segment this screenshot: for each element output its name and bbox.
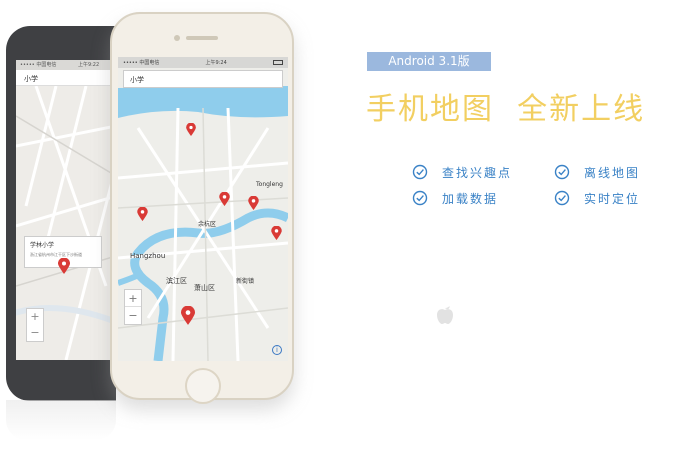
status-carrier: ••••• 中国电信 (123, 60, 160, 66)
map-pin-icon[interactable] (271, 226, 282, 240)
map-label-tongleng: Tongleng (255, 181, 283, 188)
feature-item: 加载数据 (412, 190, 498, 206)
back-zoom-in-button[interactable]: + (27, 309, 43, 325)
feature-label: 离线地图 (584, 165, 641, 180)
battery-icon (272, 60, 283, 65)
apple-logo-icon (437, 306, 453, 324)
check-circle-icon (412, 190, 428, 206)
zoom-in-button[interactable]: + (125, 290, 141, 307)
back-zoom-out-button[interactable]: − (27, 325, 43, 341)
back-popup-title: 学林小学 (30, 242, 55, 249)
home-button[interactable] (185, 368, 221, 404)
back-status-bar: ••••• 中国电信 上午9:22 (16, 60, 116, 70)
map-label-yuhang: 余杭区 (198, 220, 216, 228)
map-label-xiaoshan: 萧山区 (194, 283, 215, 292)
map-label-hangzhou: Hangzhou (130, 252, 165, 260)
map-pin-icon[interactable] (181, 306, 195, 325)
back-phone: ••••• 中国电信 上午9:22 小学 学林小学 浙江省杭州市江干区下沙街道 … (6, 26, 116, 401)
front-camera (174, 35, 180, 41)
front-phone: ••••• 中国电信 上午9:24 Hangzhou 滨江区 萧山区 新街镇 余… (110, 12, 294, 404)
feature-item: 离线地图 (554, 164, 640, 180)
map-pin-icon[interactable] (219, 192, 230, 206)
map-pin-icon[interactable] (248, 196, 259, 210)
feature-item: 实时定位 (554, 190, 640, 206)
headline-part-2: 全新上线 (517, 92, 646, 127)
search-input[interactable]: 小学 (123, 70, 283, 88)
back-status-carrier: ••••• 中国电信 (20, 62, 57, 68)
feature-label: 实时定位 (584, 191, 641, 206)
map-pin-icon[interactable] (137, 207, 148, 221)
back-status-time: 上午9:22 (77, 62, 100, 68)
back-search-input[interactable]: 小学 (16, 70, 116, 86)
headline-part-1: 手机地图 (366, 92, 494, 127)
map-label-binjiang: 滨江区 (166, 276, 187, 285)
map-label-xinjie: 新街镇 (236, 277, 254, 285)
check-circle-icon (554, 164, 570, 180)
version-badge: Android 3.1版 (367, 52, 491, 71)
feature-label: 加载数据 (442, 191, 499, 206)
check-circle-icon (412, 164, 428, 180)
headline: 手机地图 全新上线 (366, 84, 686, 128)
front-speaker (186, 36, 218, 40)
status-bar: ••••• 中国电信 上午9:24 (118, 57, 288, 68)
status-time: 上午9:24 (205, 60, 227, 66)
back-zoom-control[interactable]: + − (26, 308, 44, 342)
zoom-out-button[interactable]: − (125, 307, 141, 324)
map-pin-icon[interactable] (186, 123, 196, 136)
info-icon[interactable]: i (272, 345, 282, 355)
map-pin-icon[interactable] (58, 258, 70, 274)
front-phone-screen: ••••• 中国电信 上午9:24 Hangzhou 滨江区 萧山区 新街镇 余… (118, 57, 288, 361)
check-circle-icon (554, 190, 570, 206)
feature-item: 查找兴趣点 (412, 164, 512, 180)
feature-label: 查找兴趣点 (442, 165, 513, 180)
zoom-control[interactable]: + − (124, 289, 142, 325)
back-phone-reflection (6, 400, 116, 440)
